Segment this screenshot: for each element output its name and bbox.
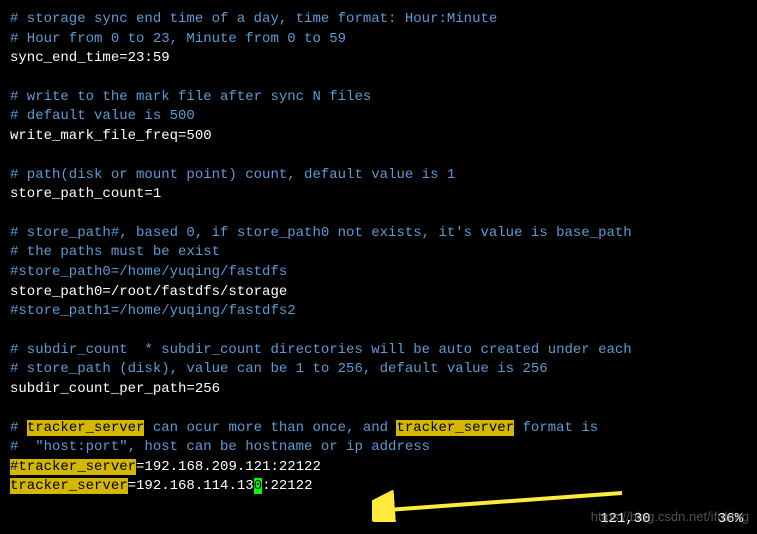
config-line: # subdir_count * subdir_count directorie… xyxy=(10,341,747,361)
config-line: subdir_count_per_path=256 xyxy=(10,380,747,400)
config-line: # store_path#, based 0, if store_path0 n… xyxy=(10,224,747,244)
config-line xyxy=(10,400,747,419)
config-line: #tracker_server=192.168.209.121:22122 xyxy=(10,458,747,478)
config-line-current: tracker_server=192.168.114.130:22122 xyxy=(10,477,747,497)
config-line: # write to the mark file after sync N fi… xyxy=(10,88,747,108)
config-line: # path(disk or mount point) count, defau… xyxy=(10,166,747,186)
config-line: # "host:port", host can be hostname or i… xyxy=(10,438,747,458)
config-line: store_path0=/root/fastdfs/storage xyxy=(10,283,747,303)
watermark: https://blog.csdn.net/ifubing xyxy=(591,508,749,526)
cursor: 0 xyxy=(254,478,262,494)
terminal-viewport[interactable]: # storage sync end time of a day, time f… xyxy=(10,10,747,497)
config-line: store_path_count=1 xyxy=(10,185,747,205)
config-line xyxy=(10,205,747,224)
search-highlight: tracker_server xyxy=(27,420,145,436)
config-line: # tracker_server can ocur more than once… xyxy=(10,419,747,439)
config-line: sync_end_time=23:59 xyxy=(10,49,747,69)
config-line: write_mark_file_freq=500 xyxy=(10,127,747,147)
config-line xyxy=(10,322,747,341)
config-line: #store_path0=/home/yuqing/fastdfs xyxy=(10,263,747,283)
config-line: # default value is 500 xyxy=(10,107,747,127)
config-line: # storage sync end time of a day, time f… xyxy=(10,10,747,30)
config-line: # Hour from 0 to 23, Minute from 0 to 59 xyxy=(10,30,747,50)
search-highlight: tracker_server xyxy=(396,420,514,436)
config-line: #store_path1=/home/yuqing/fastdfs2 xyxy=(10,302,747,322)
config-line xyxy=(10,147,747,166)
config-line: # store_path (disk), value can be 1 to 2… xyxy=(10,360,747,380)
config-line: # the paths must be exist xyxy=(10,243,747,263)
config-line xyxy=(10,69,747,88)
search-highlight: #tracker_server xyxy=(10,459,136,475)
search-highlight: tracker_server xyxy=(10,478,128,494)
